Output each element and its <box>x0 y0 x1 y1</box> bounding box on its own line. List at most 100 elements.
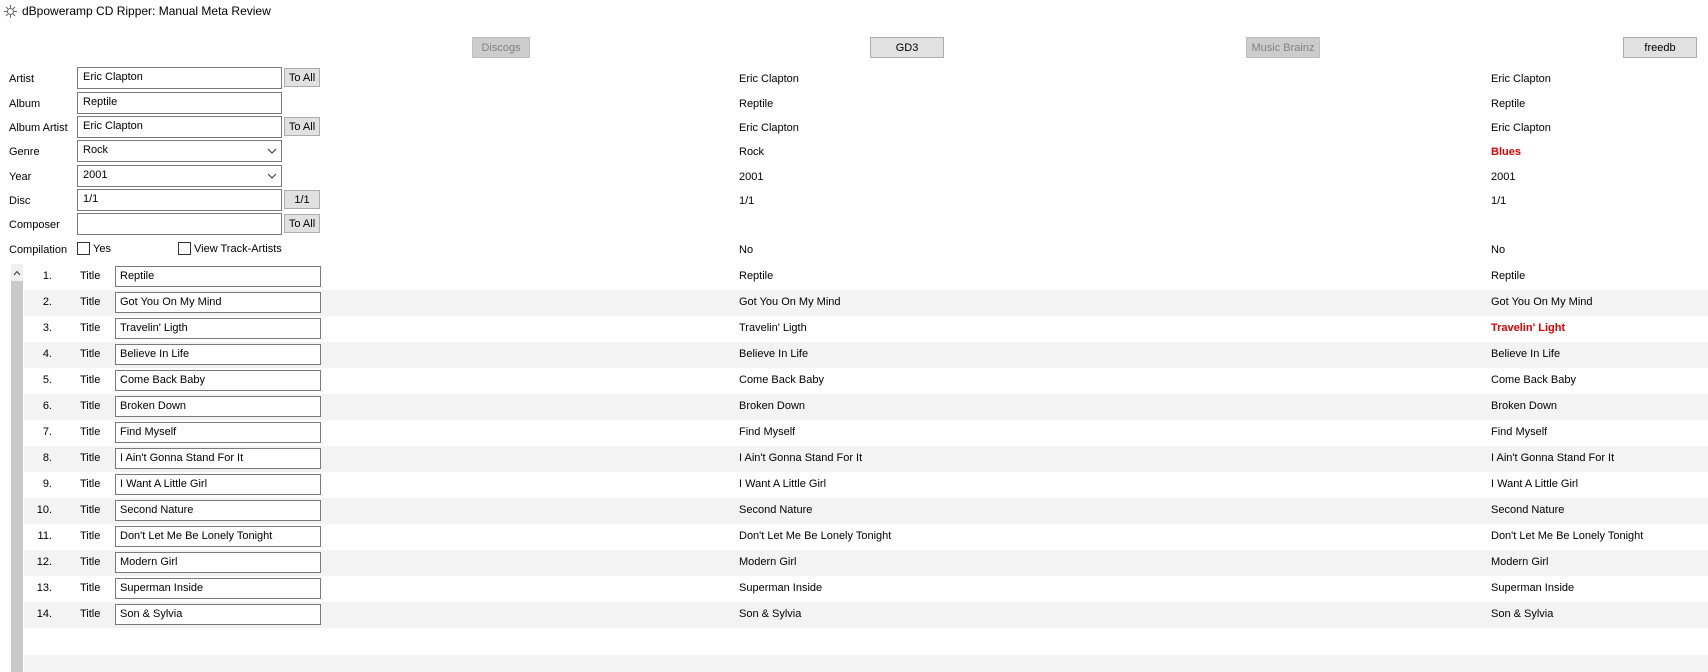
track-title-label: Title <box>80 322 101 334</box>
track-title-field[interactable]: Travelin' Ligth <box>115 318 321 339</box>
track-freedb-value: Don't Let Me Be Lonely Tonight <box>1491 530 1644 542</box>
album-freedb-value: Reptile <box>1491 98 1526 110</box>
tracks-scrollbar[interactable] <box>11 264 23 672</box>
track-gd3-value: Reptile <box>739 270 774 282</box>
track-title-label: Title <box>80 426 101 438</box>
track-title-field[interactable]: Come Back Baby <box>115 370 321 391</box>
album-gd3-value: Reptile <box>739 98 774 110</box>
artist-to-all-button[interactable]: To All <box>284 68 320 87</box>
track-freedb-value: Reptile <box>1491 270 1526 282</box>
track-title-label: Title <box>80 556 101 568</box>
compilation-gd3-value: No <box>739 244 754 256</box>
track-gd3-value: Modern Girl <box>739 556 797 568</box>
track-gd3-value: Superman Inside <box>739 582 823 594</box>
track-title-field[interactable]: Believe In Life <box>115 344 321 365</box>
chevron-up-icon <box>13 270 21 275</box>
disc-button[interactable]: 1/1 <box>284 190 320 209</box>
year-selected-value: 2001 <box>83 169 108 181</box>
track-title-field[interactable]: Second Nature <box>115 500 321 521</box>
track-title-label: Title <box>80 608 101 620</box>
track-freedb-value: Superman Inside <box>1491 582 1575 594</box>
album-artist-gd3-value: Eric Clapton <box>739 122 799 134</box>
compilation-yes-checkbox[interactable] <box>77 242 90 255</box>
track-row: 1. Title Reptile Reptile Reptile <box>24 264 1708 290</box>
musicbrainz-button[interactable]: Music Brainz <box>1246 37 1320 58</box>
track-title-field[interactable]: Reptile <box>115 266 321 287</box>
chevron-down-icon <box>267 173 277 179</box>
track-title-field[interactable]: Superman Inside <box>115 578 321 599</box>
track-row: 10. Title Second Nature Second Nature Second… <box>24 498 1708 524</box>
composer-to-all-button[interactable]: To All <box>284 214 320 233</box>
track-title-label: Title <box>80 530 101 542</box>
track-title-field[interactable]: I Want A Little Girl <box>115 474 321 495</box>
track-number: 14. <box>36 608 52 620</box>
track-number: 5. <box>42 374 52 386</box>
track-title-label: Title <box>80 296 101 308</box>
track-row: 12. Title Modern Girl Modern Girl Modern Gir… <box>24 550 1708 576</box>
artist-field[interactable]: Eric Clapton <box>77 67 282 89</box>
track-gd3-value: Find Myself <box>739 426 796 438</box>
track-number: 12. <box>36 556 52 568</box>
track-row: 3. Title Travelin' Ligth Travelin' Ligth Tra… <box>24 316 1708 342</box>
track-title-field[interactable]: Son & Sylvia <box>115 604 321 625</box>
track-row: 11. Title Don't Let Me Be Lonely Tonight Do… <box>24 524 1708 550</box>
gd3-button[interactable]: GD3 <box>870 37 944 58</box>
track-title-label: Title <box>80 478 101 490</box>
track-freedb-value: I Ain't Gonna Stand For It <box>1491 452 1615 464</box>
disc-gd3-value: 1/1 <box>739 195 755 207</box>
album-artist-freedb-value: Eric Clapton <box>1491 122 1551 134</box>
track-freedb-value: Broken Down <box>1491 400 1558 412</box>
track-title-label: Title <box>80 374 101 386</box>
track-number: 6. <box>42 400 52 412</box>
track-number: 4. <box>42 348 52 360</box>
track-row: 14. Title Son & Sylvia Son & Sylvia Son & Sy… <box>24 602 1708 628</box>
composer-field[interactable] <box>77 213 282 235</box>
track-title-field[interactable]: Got You On My Mind <box>115 292 321 313</box>
track-row: 13. Title Superman Inside Superman Inside Su… <box>24 576 1708 602</box>
artist-label: Artist <box>9 73 35 85</box>
track-freedb-value: Got You On My Mind <box>1491 296 1593 308</box>
discogs-button[interactable]: Discogs <box>472 37 530 58</box>
year-label: Year <box>9 171 32 183</box>
track-title-label: Title <box>80 582 101 594</box>
track-gd3-value: I Ain't Gonna Stand For It <box>739 452 863 464</box>
album-artist-label: Album Artist <box>9 122 68 134</box>
freedb-button[interactable]: freedb <box>1623 37 1697 58</box>
disc-field[interactable]: 1/1 <box>77 189 282 211</box>
album-label: Album <box>9 98 41 110</box>
genre-gd3-value: Rock <box>739 146 765 158</box>
album-artist-to-all-button[interactable]: To All <box>284 117 320 136</box>
album-field[interactable]: Reptile <box>77 92 282 114</box>
disc-freedb-value: 1/1 <box>1491 195 1507 207</box>
genre-dropdown[interactable]: Rock <box>77 140 282 162</box>
composer-label: Composer <box>9 219 60 231</box>
genre-selected-value: Rock <box>83 144 109 156</box>
title-bar: dBpoweramp CD Ripper: Manual Meta Review <box>0 0 1708 24</box>
track-title-field[interactable]: Don't Let Me Be Lonely Tonight <box>115 526 321 547</box>
track-number: 8. <box>42 452 52 464</box>
track-title-field[interactable]: Find Myself <box>115 422 321 443</box>
track-list-footer <box>24 655 1708 672</box>
track-freedb-value: Second Nature <box>1491 504 1565 516</box>
track-row: 9. Title I Want A Little Girl I Want A Litt… <box>24 472 1708 498</box>
album-artist-field[interactable]: Eric Clapton <box>77 116 282 138</box>
genre-label: Genre <box>9 146 40 158</box>
year-dropdown[interactable]: 2001 <box>77 165 282 187</box>
artist-gd3-value: Eric Clapton <box>739 73 799 85</box>
track-freedb-value: Come Back Baby <box>1491 374 1576 386</box>
track-freedb-value: I Want A Little Girl <box>1491 478 1579 490</box>
view-track-artists-checkbox[interactable] <box>178 242 191 255</box>
track-title-label: Title <box>80 348 101 360</box>
year-gd3-value: 2001 <box>739 171 764 183</box>
track-title-field[interactable]: Modern Girl <box>115 552 321 573</box>
track-row: 4. Title Believe In Life Believe In Life Bel… <box>24 342 1708 368</box>
track-row: 5. Title Come Back Baby Come Back Baby Come … <box>24 368 1708 394</box>
compilation-label: Compilation <box>9 244 68 256</box>
track-number: 3. <box>42 322 52 334</box>
track-title-field[interactable]: I Ain't Gonna Stand For It <box>115 448 321 469</box>
scroll-up-button[interactable] <box>11 264 23 281</box>
track-title-field[interactable]: Broken Down <box>115 396 321 417</box>
track-gd3-value: Second Nature <box>739 504 813 516</box>
year-freedb-value: 2001 <box>1491 171 1516 183</box>
track-gd3-value: Travelin' Ligth <box>739 322 807 334</box>
